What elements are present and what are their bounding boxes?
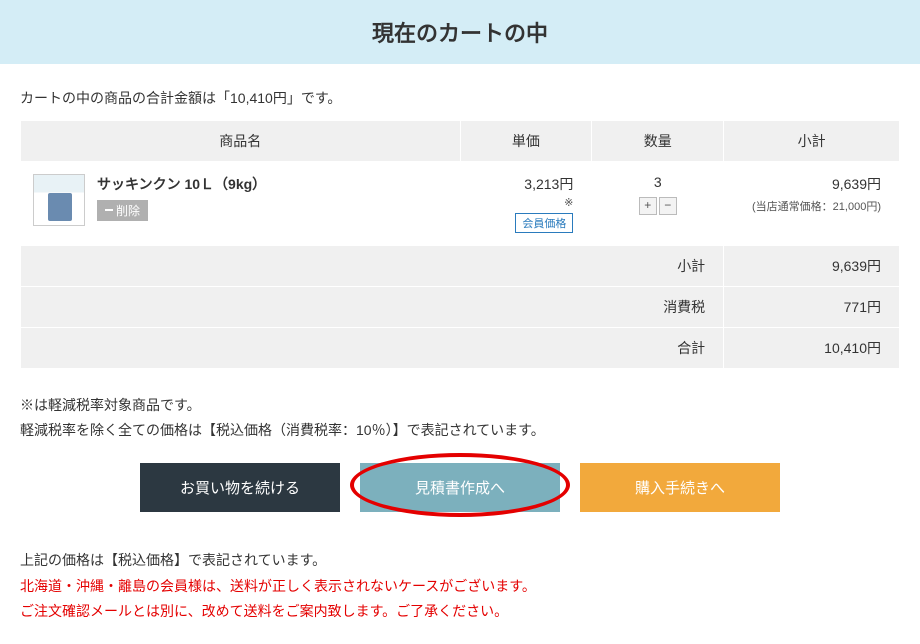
summary-subtotal-row: 小計 9,639円 [21, 246, 900, 287]
subtotal-label: 小計 [21, 246, 724, 287]
header-name: 商品名 [21, 121, 461, 162]
total-label: 合計 [21, 328, 724, 369]
quantity-value: 3 [604, 174, 711, 190]
footer-line3: ご注文確認メールとは別に、改めて送料をご案内致します。ご了承ください。 [20, 599, 900, 624]
note-tax-included: 軽減税率を除く全ての価格は【税込価格（消費税率：10％）】で表記されています。 [20, 418, 900, 443]
cart-total-line: カートの中の商品の合計金額は「10,410円」です。 [20, 88, 900, 108]
minus-icon [105, 209, 113, 211]
footer-notes: 上記の価格は【税込価格】で表記されています。 北海道・沖縄・離島の会員様は、送料… [20, 548, 900, 624]
total-suffix: 」です。 [287, 90, 342, 106]
summary-tax-row: 消費税 771円 [21, 287, 900, 328]
header-qty: 数量 [592, 121, 724, 162]
total-prefix: カートの中の商品の合計金額は「 [20, 90, 230, 106]
original-price: (当店通常価格：21,000円) [736, 198, 881, 214]
delete-label: 削除 [116, 202, 140, 219]
unit-price: 3,213円 [524, 176, 573, 192]
table-row: サッキンクン 10Ｌ（9kg） 削除 3,213円 ※ 会員価格 3 [21, 162, 900, 246]
quantity-stepper: + − [639, 197, 677, 215]
total-amount: 10,410円 [230, 90, 287, 106]
summary-total-row: 合計 10,410円 [21, 328, 900, 369]
qty-minus-button[interactable]: − [659, 197, 677, 215]
tax-value: 771円 [724, 287, 900, 328]
subtotal-value: 9,639円 [724, 246, 900, 287]
qty-plus-button[interactable]: + [639, 197, 657, 215]
header-unit-price: 単価 [460, 121, 592, 162]
footer-line2: 北海道・沖縄・離島の会員様は、送料が正しく表示されないケースがございます。 [20, 574, 900, 599]
create-quote-button[interactable]: 見積書作成へ [360, 463, 560, 512]
header-subtotal: 小計 [724, 121, 900, 162]
total-value: 10,410円 [724, 328, 900, 369]
footer-line1: 上記の価格は【税込価格】で表記されています。 [20, 548, 900, 573]
cart-table: 商品名 単価 数量 小計 サッキンクン 10Ｌ（9kg） 削除 [20, 120, 900, 369]
price-mark: ※ [473, 196, 574, 209]
tax-notes: ※は軽減税率対象商品です。 軽減税率を除く全ての価格は【税込価格（消費税率：10… [20, 393, 900, 443]
product-name[interactable]: サッキンクン 10Ｌ（9kg） [97, 174, 266, 194]
note-reduced-tax: ※は軽減税率対象商品です。 [20, 393, 900, 418]
continue-shopping-button[interactable]: お買い物を続ける [140, 463, 340, 512]
tax-label: 消費税 [21, 287, 724, 328]
line-subtotal: 9,639円 [736, 174, 881, 194]
delete-button[interactable]: 削除 [97, 200, 148, 221]
page-title: 現在のカートの中 [0, 0, 920, 64]
product-thumbnail[interactable] [33, 174, 85, 226]
button-row: お買い物を続ける 見積書作成へ 購入手続きへ [20, 463, 900, 512]
checkout-button[interactable]: 購入手続きへ [580, 463, 780, 512]
quote-label: 見積書作成へ [415, 480, 505, 497]
member-price-badge: 会員価格 [515, 213, 573, 233]
